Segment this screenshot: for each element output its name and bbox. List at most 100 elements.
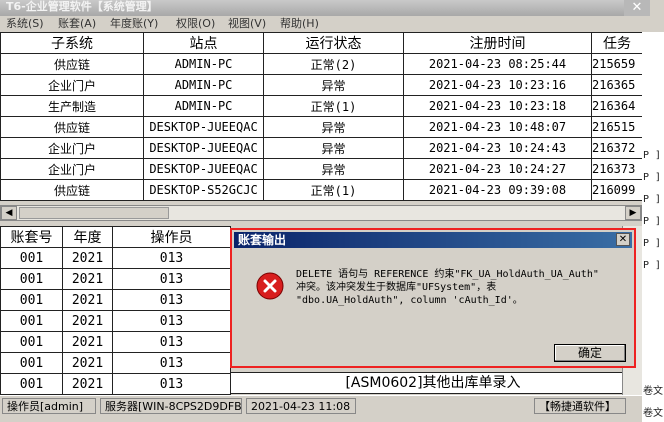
horizontal-scrollbar[interactable]: ◀ ▶ <box>0 205 642 221</box>
strip-text: 卷文 <box>643 386 663 397</box>
table-row[interactable]: 001 2021 013 <box>0 268 231 290</box>
cell-account: 001 <box>0 289 63 311</box>
cell-subsystem: 生产制造 <box>0 95 144 117</box>
cell-account: 001 <box>0 331 63 353</box>
menu-bar: 系统(S) 账套(A) 年度账(Y) 权限(O) 视图(V) 帮助(H) <box>0 16 664 32</box>
scroll-left-icon[interactable]: ◀ <box>1 206 17 220</box>
cell-site: ADMIN-PC <box>143 95 264 117</box>
error-icon <box>256 272 284 300</box>
status-server: 服务器[WIN-8CPS2D9DFB9] <box>100 398 242 414</box>
cell-year: 2021 <box>62 268 113 290</box>
strip-text: P ] <box>643 216 662 227</box>
subsystem-table: 子系统 站点 运行状态 注册时间 任务 供应链 ADMIN-PC 正常(2) 2… <box>0 32 643 201</box>
col-header-site[interactable]: 站点 <box>143 32 264 54</box>
menu-year[interactable]: 年度账(Y) <box>110 16 158 32</box>
message-line: 冲突。该冲突发生于数据库"UFSystem"，表 <box>296 282 497 293</box>
window-title: T6-企业管理软件【系统管理】 <box>6 0 158 13</box>
menu-account[interactable]: 账套(A) <box>58 16 96 32</box>
strip-text: P ] <box>643 238 662 249</box>
cell-task: 215659 <box>591 53 643 75</box>
cell-account: 001 <box>0 373 63 395</box>
table-row[interactable]: 供应链 ADMIN-PC 正常(2) 2021-04-23 08:25:44 2… <box>0 53 643 75</box>
menu-view[interactable]: 视图(V) <box>228 16 266 32</box>
message-line: DELETE 语句与 REFERENCE 约束"FK_UA_HoldAuth_U… <box>296 269 599 280</box>
col-header-register-time[interactable]: 注册时间 <box>403 32 592 54</box>
cell-register-time: 2021-04-23 10:48:07 <box>403 116 592 138</box>
cell-site: DESKTOP-JUEEQAC <box>143 116 264 138</box>
col-header-year[interactable]: 年度 <box>62 226 113 248</box>
col-header-account[interactable]: 账套号 <box>0 226 63 248</box>
strip-text: P ] <box>643 172 662 183</box>
col-header-task[interactable]: 任务 <box>591 32 643 54</box>
cell-status: 正常(2) <box>263 53 404 75</box>
cell-register-time: 2021-04-23 10:24:27 <box>403 158 592 180</box>
cell-task: 216372 <box>591 137 643 159</box>
strip-text: P ] <box>643 194 662 205</box>
cell-operator: 013 <box>112 310 231 332</box>
menu-help[interactable]: 帮助(H) <box>280 16 319 32</box>
scroll-right-icon[interactable]: ▶ <box>625 206 641 220</box>
operator-table: 账套号 年度 操作员 001 2021 013 001 2021 013 001 2021… <box>0 226 231 395</box>
window-title-bar: T6-企业管理软件【系统管理】 <box>0 0 650 16</box>
status-brand: 【畅捷通软件】 <box>534 398 626 414</box>
cell-operator: 013 <box>112 373 231 395</box>
table-row[interactable]: 001 2021 013 <box>0 289 231 311</box>
dialog-close-icon[interactable]: ✕ <box>616 233 630 246</box>
cell-site: DESKTOP-JUEEQAC <box>143 137 264 159</box>
cell-account: 001 <box>0 268 63 290</box>
close-icon[interactable]: ✕ <box>624 0 650 16</box>
menu-permission[interactable]: 权限(O) <box>176 16 215 32</box>
cell-account: 001 <box>0 352 63 374</box>
table-row[interactable]: 001 2021 013 <box>0 310 231 332</box>
table-row[interactable]: 供应链 DESKTOP-S52GCJC 正常(1) 2021-04-23 09:… <box>0 179 643 201</box>
table-row[interactable]: 生产制造 ADMIN-PC 正常(1) 2021-04-23 10:23:18 … <box>0 95 643 117</box>
ok-button[interactable]: 确定 <box>554 344 626 362</box>
message-line: "dbo.UA_HoldAuth", column 'cAuth_Id'。 <box>296 295 523 306</box>
cell-subsystem: 供应链 <box>0 53 144 75</box>
table-row[interactable]: 001 2021 013 <box>0 331 231 353</box>
cell-subsystem: 企业门户 <box>0 137 144 159</box>
dialog-title: 账套输出 <box>234 232 632 248</box>
function-cell: [ASM0602]其他出库单录入 <box>230 372 636 394</box>
cell-register-time: 2021-04-23 10:24:43 <box>403 137 592 159</box>
cell-subsystem: 供应链 <box>0 116 144 138</box>
cell-operator: 013 <box>112 247 231 269</box>
cell-year: 2021 <box>62 310 113 332</box>
cell-register-time: 2021-04-23 09:39:08 <box>403 179 592 201</box>
cell-register-time: 2021-04-23 10:23:18 <box>403 95 592 117</box>
cell-year: 2021 <box>62 331 113 353</box>
cell-status: 异常 <box>263 137 404 159</box>
dialog-message: DELETE 语句与 REFERENCE 约束"FK_UA_HoldAuth_U… <box>296 268 616 307</box>
table-row[interactable]: 企业门户 ADMIN-PC 异常 2021-04-23 10:23:16 216… <box>0 74 643 96</box>
col-header-status[interactable]: 运行状态 <box>263 32 404 54</box>
col-header-subsystem[interactable]: 子系统 <box>0 32 144 54</box>
table-row[interactable]: 企业门户 DESKTOP-JUEEQAC 异常 2021-04-23 10:24… <box>0 158 643 180</box>
cell-status: 异常 <box>263 116 404 138</box>
col-header-operator[interactable]: 操作员 <box>112 226 231 248</box>
table-row[interactable]: 001 2021 013 <box>0 373 231 395</box>
cell-year: 2021 <box>62 247 113 269</box>
status-operator: 操作员[admin] <box>2 398 96 414</box>
cell-site: ADMIN-PC <box>143 53 264 75</box>
cell-site: DESKTOP-JUEEQAC <box>143 158 264 180</box>
cell-register-time: 2021-04-23 10:23:16 <box>403 74 592 96</box>
cell-status: 正常(1) <box>263 95 404 117</box>
background-window-edge: P ] P ] P ] P ] P ] P ] 卷文 卷文 <box>642 32 664 422</box>
scroll-thumb[interactable] <box>19 207 169 219</box>
cell-account: 001 <box>0 247 63 269</box>
table-header-row: 账套号 年度 操作员 <box>0 226 231 248</box>
cell-subsystem: 企业门户 <box>0 74 144 96</box>
status-datetime: 2021-04-23 11:08 <box>246 398 356 414</box>
table-row[interactable]: 001 2021 013 <box>0 352 231 374</box>
cell-status: 正常(1) <box>263 179 404 201</box>
table-row[interactable]: 企业门户 DESKTOP-JUEEQAC 异常 2021-04-23 10:24… <box>0 137 643 159</box>
table-row[interactable]: 供应链 DESKTOP-JUEEQAC 异常 2021-04-23 10:48:… <box>0 116 643 138</box>
table-row[interactable]: 001 2021 013 <box>0 247 231 269</box>
cell-task: 216364 <box>591 95 643 117</box>
cell-site: ADMIN-PC <box>143 74 264 96</box>
cell-task: 216515 <box>591 116 643 138</box>
cell-task: 216373 <box>591 158 643 180</box>
cell-status: 异常 <box>263 74 404 96</box>
cell-year: 2021 <box>62 352 113 374</box>
menu-system[interactable]: 系统(S) <box>6 16 44 32</box>
